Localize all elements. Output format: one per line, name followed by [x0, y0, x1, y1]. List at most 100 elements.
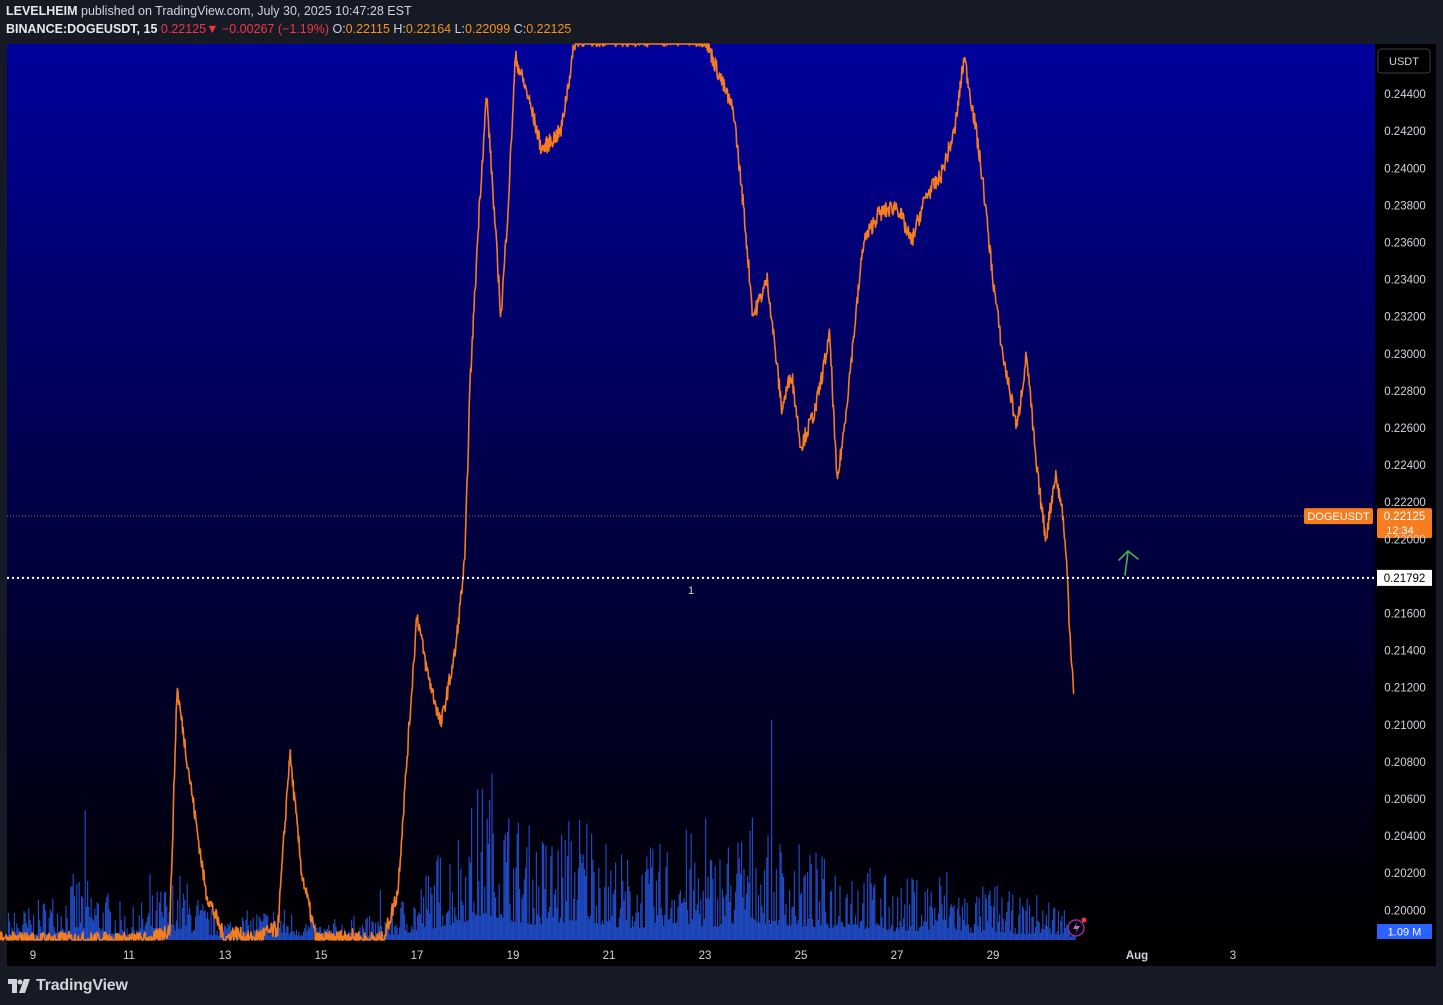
- volume-bar: [899, 921, 901, 940]
- volume-bar: [983, 930, 985, 940]
- y-tick-label: 0.23400: [1384, 275, 1426, 287]
- volume-bar: [867, 873, 869, 940]
- volume-bar: [955, 929, 957, 940]
- volume-bar: [523, 879, 525, 940]
- volume-bar: [304, 927, 306, 940]
- volume-bar: [625, 920, 627, 940]
- volume-bar: [927, 889, 929, 940]
- volume-bar: [849, 924, 851, 940]
- volume-bar: [1020, 933, 1022, 940]
- volume-bar: [894, 931, 896, 940]
- footer: TradingView: [0, 968, 1443, 1005]
- volume-bar: [959, 915, 961, 940]
- volume-bar: [568, 821, 570, 940]
- volume-bar: [533, 908, 535, 940]
- currency-button[interactable]: USDT: [1377, 48, 1431, 74]
- volume-bar: [397, 934, 399, 940]
- volume-bar: [514, 922, 516, 940]
- volume-bar: [389, 934, 391, 940]
- volume-bar: [669, 918, 671, 940]
- volume-bar: [918, 927, 920, 940]
- volume-bar: [198, 914, 200, 940]
- y-tick-label: 0.20400: [1384, 831, 1426, 843]
- volume-bar: [685, 829, 687, 940]
- volume-bar: [589, 916, 591, 940]
- volume-bar: [810, 863, 812, 940]
- y-tick-label: 0.23000: [1384, 349, 1426, 361]
- volume-bar: [612, 894, 614, 940]
- volume-bar: [557, 850, 559, 940]
- volume-bar: [904, 904, 906, 940]
- volume-bar: [1008, 891, 1010, 940]
- volume-bar: [708, 899, 710, 940]
- volume-bar: [989, 890, 991, 940]
- volume-bar: [876, 923, 878, 940]
- volume-bar: [543, 844, 545, 940]
- price-chart[interactable]: 10.21792DOGEUSDT 0.2212512:341.09 M 0.244…: [0, 42, 1443, 968]
- volume-bar: [520, 922, 522, 940]
- volume-bar: [508, 818, 510, 940]
- volume-bar: [973, 924, 975, 940]
- volume-bar: [663, 925, 665, 940]
- volume-bar: [697, 878, 699, 940]
- volume-bar: [889, 928, 891, 940]
- volume-bar: [640, 903, 642, 940]
- volume-bar: [420, 889, 422, 940]
- volume-bar: [768, 920, 770, 940]
- plot-area[interactable]: [7, 44, 1375, 940]
- low-value: 0.22099: [465, 22, 511, 36]
- volume-bar: [588, 918, 590, 940]
- volume-bar: [760, 884, 762, 940]
- volume-bar: [657, 915, 659, 940]
- volume-bar: [195, 916, 197, 940]
- volume-bar: [547, 912, 549, 940]
- volume-bar: [438, 902, 440, 940]
- symbol-name[interactable]: BINANCE:DOGEUSDT, 15: [6, 22, 157, 36]
- volume-bar: [618, 917, 620, 940]
- volume-bar: [424, 926, 426, 940]
- volume-bar: [990, 906, 992, 940]
- volume-bar: [949, 906, 951, 940]
- volume-bar: [429, 913, 431, 940]
- tradingview-logo[interactable]: TradingView: [8, 977, 128, 995]
- volume-bar: [417, 916, 419, 940]
- volume-bar: [615, 862, 617, 940]
- volume-bar: [935, 919, 937, 940]
- volume-bar: [621, 854, 623, 940]
- volume-bar: [408, 932, 410, 940]
- volume-bar: [423, 897, 425, 940]
- volume-bar: [713, 926, 715, 940]
- volume-bar: [883, 877, 885, 940]
- volume-bar: [666, 852, 668, 940]
- volume-bar: [750, 917, 752, 940]
- volume-bar: [931, 907, 933, 940]
- volume-bar: [613, 889, 615, 940]
- volume-bar: [982, 886, 984, 940]
- volume-bar: [1050, 933, 1052, 940]
- volume-bar: [642, 927, 644, 940]
- volume-bar: [937, 913, 939, 940]
- volume-bar: [777, 925, 779, 940]
- volume-bar: [413, 906, 415, 940]
- volume-bar: [939, 877, 941, 940]
- volume-bar: [414, 908, 416, 940]
- volume-bar: [921, 915, 923, 940]
- volume-bar: [706, 897, 708, 940]
- volume-bar: [208, 919, 210, 940]
- volume-bar: [940, 885, 942, 940]
- volume-bar: [1051, 920, 1053, 940]
- volume-bar: [419, 914, 421, 940]
- volume-bar: [1054, 907, 1056, 940]
- publisher-name[interactable]: LEVELHEIM: [6, 4, 78, 18]
- volume-bar: [564, 839, 566, 940]
- volume-bar: [857, 890, 859, 940]
- volume-bar: [969, 932, 971, 940]
- volume-bar: [915, 930, 917, 940]
- volume-bar: [202, 904, 204, 940]
- volume-bar: [738, 858, 740, 940]
- volume-bar: [436, 860, 438, 940]
- volume-bar: [1038, 922, 1040, 940]
- volume-bar: [7, 913, 9, 940]
- volume-bar: [905, 931, 907, 940]
- volume-bar: [407, 932, 409, 940]
